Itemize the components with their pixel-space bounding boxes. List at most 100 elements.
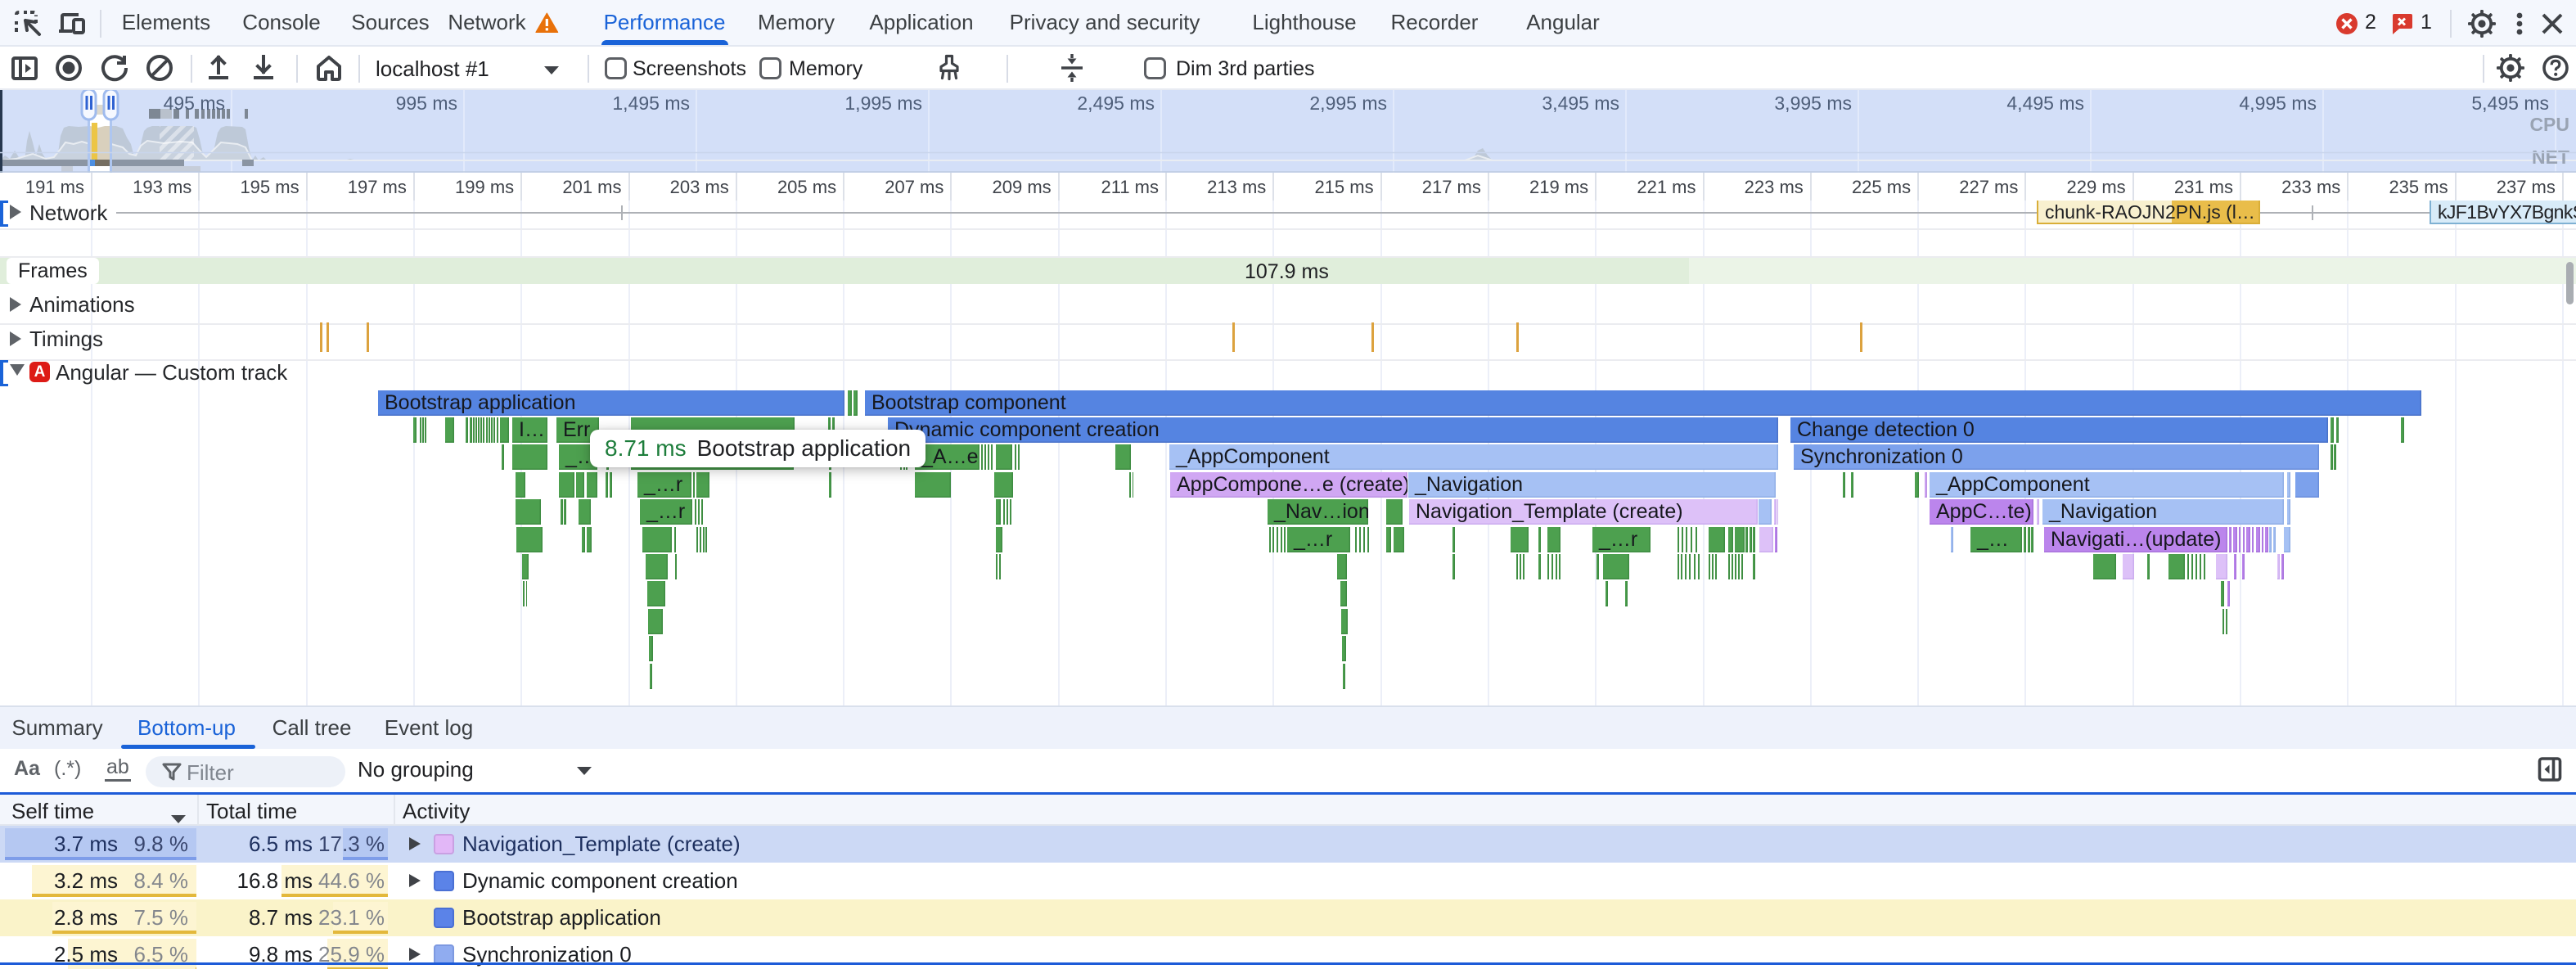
flame-bar[interactable] [2336, 417, 2339, 443]
flame-bar[interactable] [2273, 527, 2276, 552]
flame-bar[interactable] [1129, 472, 1131, 498]
match-whole-word-icon[interactable]: ab [105, 755, 131, 782]
tab-elements[interactable]: Elements [122, 0, 210, 45]
flame-bar[interactable] [2227, 581, 2230, 606]
flame-bar[interactable] [2295, 472, 2319, 498]
col-total-time[interactable]: Total time [206, 799, 297, 824]
flame-bar[interactable] [1753, 527, 1755, 552]
flame-bar[interactable] [1951, 527, 1953, 552]
download-profile-icon[interactable] [250, 53, 277, 83]
flame-bar[interactable] [2265, 527, 2268, 552]
flame-bar-appcomponent[interactable]: _AppComponent [1930, 472, 2284, 498]
flame-bar[interactable] [1915, 472, 1919, 498]
flame-bar[interactable] [915, 472, 951, 498]
flame-bar[interactable] [445, 417, 454, 443]
flame-bar[interactable] [996, 554, 998, 579]
issues-count-icon[interactable] [2390, 11, 2415, 36]
row-expander-icon[interactable] [409, 948, 421, 961]
flame-bar[interactable] [2239, 527, 2240, 552]
flame-bar[interactable] [703, 527, 705, 552]
kebab-menu-icon[interactable] [2514, 9, 2525, 38]
flame-bar[interactable] [695, 499, 696, 525]
flame-bar[interactable] [582, 527, 585, 552]
network-expand-icon[interactable] [10, 205, 21, 219]
flame-bar[interactable] [1010, 499, 1011, 525]
flame-bar[interactable] [649, 636, 653, 661]
flame-bar[interactable] [1738, 554, 1740, 579]
flame-bar[interactable] [576, 472, 584, 498]
flame-bar[interactable] [1596, 554, 1599, 579]
flame-bar[interactable] [516, 527, 543, 552]
capture-settings-gear-icon[interactable] [2496, 53, 2525, 83]
flame-bar[interactable] [1359, 527, 1361, 552]
flame-bar[interactable] [996, 444, 1012, 470]
flame-bar-navigati-update[interactable]: Navigati…(update) [2044, 527, 2227, 552]
flame-bar[interactable] [1277, 527, 1278, 552]
flame-bar[interactable] [2204, 554, 2205, 579]
flame-bar[interactable] [500, 417, 509, 443]
tab-network[interactable]: Network [448, 0, 558, 45]
flame-bar[interactable] [1015, 444, 1016, 470]
toggle-panel-icon[interactable] [11, 54, 38, 82]
flame-bar[interactable] [1452, 527, 1455, 552]
flame-bar[interactable] [1523, 554, 1524, 579]
flame-bar[interactable] [1728, 554, 1730, 579]
flame-bar[interactable] [1281, 527, 1282, 552]
table-row-bootstrap-application[interactable]: 2.8 ms7.5 %8.7 ms23.1 %Bootstrap applica… [0, 899, 2576, 936]
toggle-sidebar-icon[interactable] [2538, 756, 2562, 782]
flame-bar[interactable] [705, 527, 707, 552]
flame-bar-appcomponent[interactable]: _AppComponent [1169, 444, 1778, 470]
flame-bar-change-detection-0[interactable]: Change detection 0 [1790, 417, 2328, 443]
flame-bar-appcompone-e-create[interactable]: AppCompone…e (create) [1170, 472, 1407, 498]
flame-bar[interactable] [1686, 527, 1687, 552]
flame-bar[interactable] [1007, 499, 1008, 525]
network-request-chunk[interactable]: chunk-RAOJN2PN.js (l… [2037, 201, 2260, 224]
flame-bar[interactable] [1728, 527, 1733, 552]
flame-bar-navigation[interactable]: _Navigation [1408, 472, 1776, 498]
flame-bar[interactable] [2195, 554, 2197, 579]
close-devtools-icon[interactable] [2539, 11, 2565, 37]
flame-bar[interactable] [646, 554, 668, 579]
flame-bar[interactable] [413, 417, 417, 443]
tab-angular[interactable]: Angular [1526, 0, 1600, 45]
flame-bar[interactable] [1682, 527, 1683, 552]
flame-bar[interactable] [1452, 554, 1455, 579]
flame-bar[interactable] [1678, 527, 1679, 552]
flame-bar[interactable] [610, 472, 612, 498]
flame-bar[interactable] [1511, 527, 1529, 552]
home-icon[interactable] [314, 53, 344, 83]
flame-bar-nav-ion[interactable]: _Nav…ion [1268, 499, 1368, 525]
flame-bar[interactable] [2331, 444, 2333, 470]
flame-bar[interactable] [1689, 554, 1691, 579]
flame-bar[interactable] [698, 499, 700, 525]
drawer-tab-summary[interactable]: Summary [11, 707, 102, 749]
angular-track-label[interactable]: Angular — Custom track [56, 360, 287, 385]
flame-bar[interactable] [1386, 499, 1403, 525]
drawer-tab-event-log[interactable]: Event log [385, 707, 473, 749]
flame-bar[interactable] [470, 417, 472, 443]
record-icon[interactable] [54, 53, 83, 83]
flame-bar-navigation[interactable]: _Navigation [2042, 499, 2284, 525]
flame-bar[interactable] [981, 444, 983, 470]
flame-bar[interactable] [642, 527, 672, 552]
flame-bar-r[interactable]: _…r [1287, 527, 1350, 552]
flame-bar[interactable] [1003, 499, 1005, 525]
flame-bar[interactable] [1272, 527, 1274, 552]
drawer-tab-call-tree[interactable]: Call tree [272, 707, 352, 749]
flame-bar[interactable] [988, 444, 989, 470]
collapse-icon[interactable] [1057, 53, 1087, 83]
flame-bar[interactable] [1709, 527, 1725, 552]
overview-handle-left[interactable] [82, 90, 96, 119]
flame-bar[interactable] [1777, 499, 1779, 525]
flame-bar[interactable] [1115, 444, 1131, 470]
toggle-device-toolbar-icon[interactable] [57, 10, 85, 38]
flame-bar[interactable] [696, 472, 709, 498]
flame-bar[interactable] [522, 554, 529, 579]
settings-gear-icon[interactable] [2467, 9, 2497, 38]
flame-bar[interactable] [489, 417, 490, 443]
flame-bar[interactable] [473, 417, 475, 443]
flame-bar[interactable] [497, 417, 498, 443]
vertical-scrollbar-thumb[interactable] [2566, 262, 2574, 304]
flame-bar[interactable] [2024, 527, 2026, 552]
frames-track-band[interactable] [0, 258, 1689, 284]
